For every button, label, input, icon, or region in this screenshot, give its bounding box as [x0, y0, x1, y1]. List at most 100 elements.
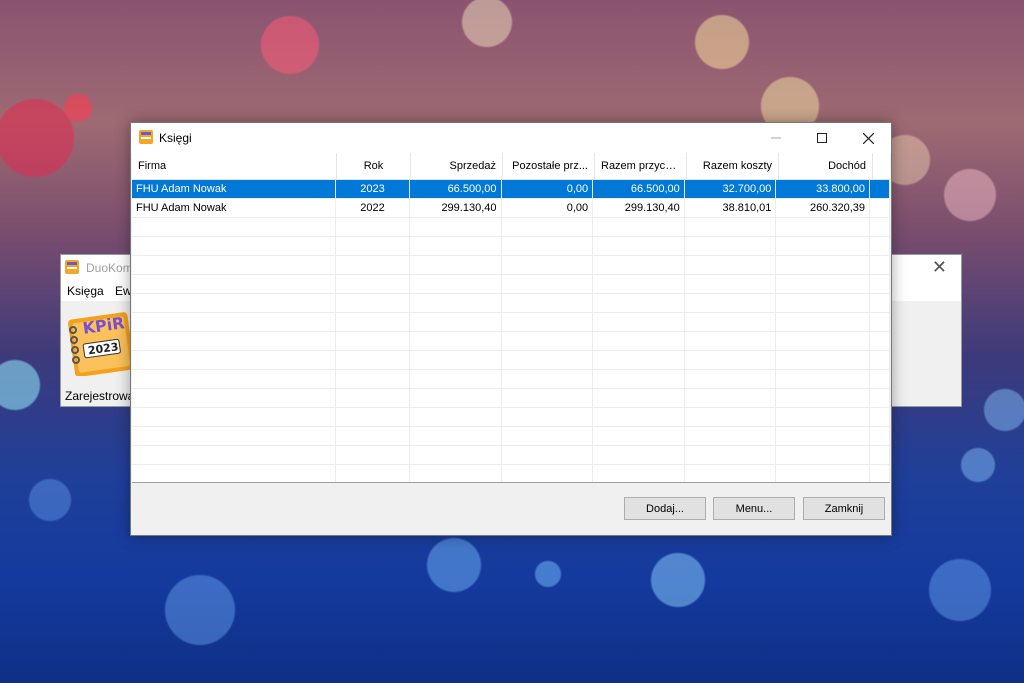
close-dialog-button[interactable]: Zamknij — [803, 497, 885, 520]
table-cell — [410, 351, 502, 369]
column-header-filler — [873, 153, 890, 179]
column-header-rok[interactable]: Rok — [337, 153, 411, 179]
table-cell — [502, 294, 594, 312]
table-cell-filler — [870, 237, 890, 255]
table-cell — [685, 275, 777, 293]
background-window-title: DuoKom — [86, 261, 133, 275]
dialog-title: Księgi — [159, 131, 192, 145]
empty-table-row[interactable] — [132, 351, 890, 370]
table-cell — [593, 237, 685, 255]
maximize-icon — [817, 133, 827, 143]
table-cell — [132, 313, 337, 331]
column-header-pozostale[interactable]: Pozostałe prz... — [503, 153, 595, 179]
table-cell: 33.800,00 — [776, 180, 871, 198]
table-cell — [593, 218, 685, 236]
table-cell — [685, 389, 777, 407]
table-cell — [502, 256, 594, 274]
table-cell — [410, 446, 502, 464]
minimize-button[interactable] — [753, 123, 799, 153]
close-button[interactable] — [845, 123, 891, 153]
empty-table-row[interactable] — [132, 294, 890, 313]
table-cell — [132, 465, 337, 482]
table-cell — [685, 408, 777, 426]
table-cell — [776, 389, 871, 407]
ksiegi-dialog[interactable]: Księgi Firma Rok Sprzedaż Pozostałe prz.… — [130, 122, 892, 536]
table-cell — [685, 218, 777, 236]
table-cell — [410, 294, 502, 312]
table-cell — [685, 427, 777, 445]
table-row[interactable]: FHU Adam Nowak 2023 66.500,00 0,00 66.500,00… — [132, 180, 890, 199]
dialog-titlebar[interactable]: Księgi — [131, 123, 891, 153]
table-cell — [593, 294, 685, 312]
empty-table-row[interactable] — [132, 446, 890, 465]
empty-table-row[interactable] — [132, 465, 890, 482]
column-header-razem-przychody[interactable]: Razem przych... — [595, 153, 687, 179]
table-cell-filler — [870, 180, 890, 198]
table-cell — [593, 408, 685, 426]
table-cell-filler — [870, 427, 890, 445]
close-icon[interactable]: ✕ — [932, 257, 947, 278]
table-header: Firma Rok Sprzedaż Pozostałe prz... Raze… — [132, 153, 890, 180]
empty-table-row[interactable] — [132, 313, 890, 332]
table-cell-filler — [870, 465, 890, 482]
empty-table-row[interactable] — [132, 389, 890, 408]
table-cell: FHU Adam Nowak — [132, 199, 337, 217]
table-cell — [776, 313, 871, 331]
table-cell-filler — [870, 446, 890, 464]
empty-table-row[interactable] — [132, 408, 890, 427]
empty-table-row[interactable] — [132, 256, 890, 275]
column-header-firma[interactable]: Firma — [132, 153, 337, 179]
table-cell — [410, 218, 502, 236]
table-cell — [776, 408, 871, 426]
table-cell — [593, 275, 685, 293]
table-cell — [410, 370, 502, 388]
maximize-button[interactable] — [799, 123, 845, 153]
add-button[interactable]: Dodaj... — [624, 497, 706, 520]
menu-button[interactable]: Menu... — [713, 497, 795, 520]
app-icon — [64, 259, 80, 278]
table-cell: 2023 — [336, 180, 410, 198]
table-cell — [776, 351, 871, 369]
table-cell — [410, 237, 502, 255]
table-cell — [502, 332, 594, 350]
table-cell-filler — [870, 313, 890, 331]
minimize-icon — [771, 137, 781, 139]
table-cell — [336, 332, 410, 350]
table-cell-filler — [870, 275, 890, 293]
column-header-sprzedaz[interactable]: Sprzedaż — [411, 153, 503, 179]
table-cell — [502, 427, 594, 445]
table-cell — [336, 275, 410, 293]
table-cell — [502, 313, 594, 331]
table-cell: 2022 — [336, 199, 410, 217]
empty-table-row[interactable] — [132, 427, 890, 446]
column-header-dochod[interactable]: Dochód — [779, 153, 873, 179]
empty-table-row[interactable] — [132, 237, 890, 256]
empty-table-row[interactable] — [132, 275, 890, 294]
empty-table-row[interactable] — [132, 218, 890, 237]
table-cell — [685, 370, 777, 388]
table-cell — [410, 427, 502, 445]
empty-table-row[interactable] — [132, 332, 890, 351]
empty-table-row[interactable] — [132, 370, 890, 389]
table-cell — [132, 294, 337, 312]
table-cell — [410, 256, 502, 274]
table-cell-filler — [870, 256, 890, 274]
table-cell — [593, 332, 685, 350]
table-cell — [593, 389, 685, 407]
table-cell — [336, 465, 410, 482]
table-cell — [502, 218, 594, 236]
table-cell-filler — [870, 332, 890, 350]
table-cell — [593, 465, 685, 482]
menu-item-ksiega[interactable]: Księga — [67, 284, 104, 298]
table-cell: 38.810,01 — [685, 199, 777, 217]
table-row[interactable]: FHU Adam Nowak 2022 299.130,40 0,00 299.130,… — [132, 199, 890, 218]
close-icon — [862, 132, 874, 144]
table-cell — [336, 389, 410, 407]
column-header-razem-koszty[interactable]: Razem koszty — [687, 153, 779, 179]
table-cell — [593, 427, 685, 445]
table-cell: 66.500,00 — [593, 180, 685, 198]
table-cell — [336, 351, 410, 369]
table-cell — [132, 389, 337, 407]
table-cell — [502, 237, 594, 255]
books-table[interactable]: Firma Rok Sprzedaż Pozostałe prz... Raze… — [132, 153, 890, 483]
